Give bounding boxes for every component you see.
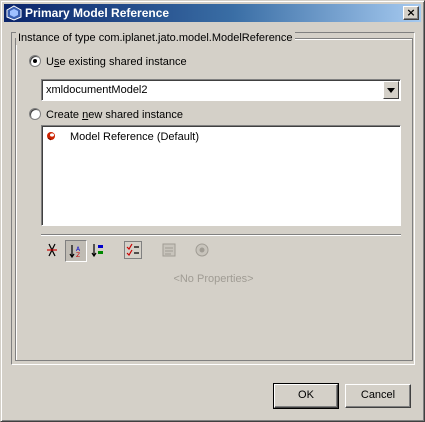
window-title: Primary Model Reference xyxy=(25,6,170,20)
create-new-label-post: ew shared instance xyxy=(88,109,183,121)
app-icon xyxy=(6,5,22,21)
shared-instance-value: xmldocumentModel2 xyxy=(46,84,148,96)
create-new-label-pre: Create xyxy=(46,109,83,121)
sort-by-name-button[interactable]: A Z xyxy=(65,240,87,262)
use-existing-label-post: e existing shared instance xyxy=(59,56,187,68)
no-properties-text: <No Properties> xyxy=(173,273,254,285)
close-button[interactable]: × xyxy=(403,6,419,20)
create-new-radio[interactable]: Create new shared instance xyxy=(29,108,183,122)
show-editable-only-icon xyxy=(124,241,142,259)
cancel-button[interactable]: Cancel xyxy=(345,384,411,408)
title-bar[interactable]: Primary Model Reference × xyxy=(4,4,421,22)
radio-selected-icon[interactable] xyxy=(29,55,41,68)
list-item[interactable]: Model Reference (Default) xyxy=(46,130,199,144)
sort-unsorted-icon xyxy=(47,243,57,257)
primary-model-reference-dialog: Primary Model Reference × Instance of ty… xyxy=(0,0,425,422)
help-button[interactable] xyxy=(192,240,214,262)
sort-unsorted-button[interactable] xyxy=(42,240,64,262)
dropdown-arrow-icon[interactable] xyxy=(383,81,399,99)
shared-instance-select[interactable]: xmldocumentModel2 xyxy=(41,79,401,101)
group-legend: Instance of type com.iplanet.jato.model.… xyxy=(16,31,295,45)
sort-by-type-button[interactable] xyxy=(88,240,110,262)
bean-icon xyxy=(46,131,56,141)
sort-by-name-icon: A Z xyxy=(69,245,81,259)
show-editable-button[interactable] xyxy=(123,240,145,262)
customize-icon xyxy=(162,243,176,257)
new-instance-list[interactable]: Model Reference (Default) xyxy=(41,125,401,226)
ok-button[interactable]: OK xyxy=(273,383,339,409)
use-existing-label-pre: U xyxy=(46,56,54,68)
list-item-label: Model Reference (Default) xyxy=(70,131,200,143)
toolbar-separator xyxy=(41,234,401,236)
help-icon xyxy=(195,243,209,257)
customize-button[interactable] xyxy=(159,240,181,262)
sort-by-type-icon xyxy=(91,244,103,258)
use-existing-radio[interactable]: Use existing shared instance xyxy=(29,55,187,69)
radio-unselected-icon[interactable] xyxy=(29,108,41,121)
svg-text:Z: Z xyxy=(76,252,80,259)
